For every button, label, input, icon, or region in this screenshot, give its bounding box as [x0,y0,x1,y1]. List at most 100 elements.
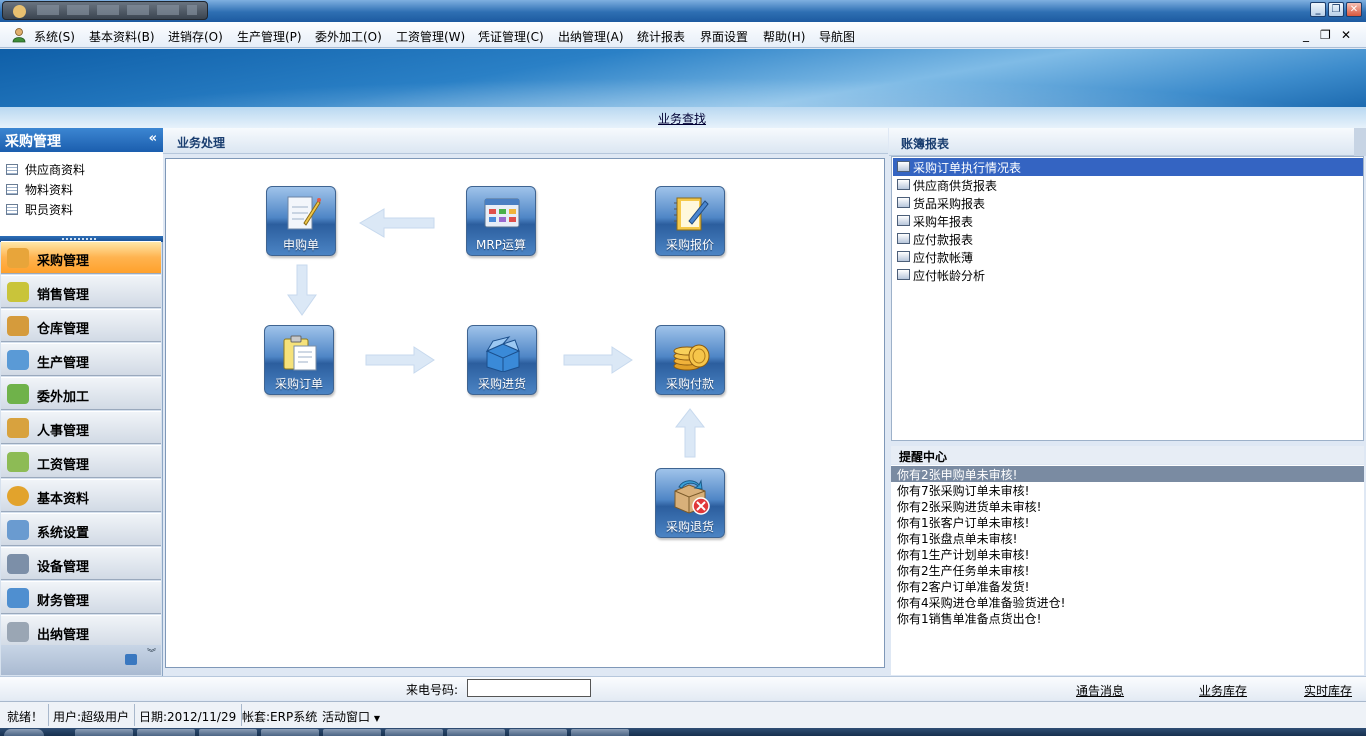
business-search-link[interactable]: 业务查找 [658,110,706,127]
start-button[interactable] [4,729,44,736]
module-basic-data[interactable]: 基本资料 [1,479,161,512]
window-title-bar[interactable]: _ ❐ ✕ [0,0,1366,22]
menu-cashier[interactable]: 出纳管理(A) [558,28,624,45]
menu-voucher[interactable]: 凭证管理(C) [478,28,544,45]
module-label: 系统设置 [37,526,90,541]
reminder-item[interactable]: 你有1销售单准备点货出仓! [891,610,1364,626]
table-icon [6,204,18,215]
menu-navigator[interactable]: 导航图 [819,28,855,45]
purchase-quote-button[interactable]: 采购报价 [655,186,725,256]
report-item[interactable]: 应付款帐薄 [893,248,1363,266]
chevron-down-icon[interactable]: ︾ [147,650,156,659]
taskbar-app[interactable] [447,729,505,736]
reminder-item[interactable]: 你有2张采购进货单未审核! [891,498,1364,514]
realtime-stock-link[interactable]: 实时库存 [1304,682,1352,699]
module-equipment[interactable]: 设备管理 [1,547,161,580]
purchase-order-button[interactable]: 采购订单 [264,325,334,395]
menu-production[interactable]: 生产管理(P) [237,28,302,45]
reminder-item[interactable]: 你有1生产计划单未审核! [891,546,1364,562]
mdi-restore-button[interactable]: ❐ [1320,28,1331,42]
mrp-calc-button[interactable]: MRP运算 [466,186,536,256]
taskbar-app[interactable] [137,729,195,736]
purchase-request-button[interactable]: 申购单 [266,186,336,256]
reminder-item[interactable]: 你有2客户订单准备发货! [891,578,1364,594]
report-item[interactable]: 应付帐龄分析 [893,266,1363,284]
splitter-grip [62,238,98,240]
module-finance[interactable]: 财务管理 [1,581,161,614]
workflow-panel: 业务处理 申购单 MRP运算 采购报价 采购订单 采购进货 采购付款 采购退货 [163,128,888,676]
sidebar-sub-item-material[interactable]: 物料资料 [6,181,73,199]
reminder-item[interactable]: 你有1张盘点单未审核! [891,530,1364,546]
caller-number-input[interactable] [467,679,591,697]
reminder-item[interactable]: 你有4采购进仓单准备验货进仓! [891,594,1364,610]
report-item-label: 应付款报表 [913,233,974,247]
purchase-receipt-button[interactable]: 采购进货 [467,325,537,395]
reminders-list: 你有2张申购单未审核! 你有7张采购订单未审核! 你有2张采购进货单未审核! 你… [891,465,1364,675]
mdi-minimize-button[interactable]: _ [1303,28,1309,42]
report-item[interactable]: 采购订单执行情况表 [893,158,1363,176]
os-taskbar [0,728,1366,736]
taskbar-app[interactable] [385,729,443,736]
minimize-button[interactable]: _ [1310,2,1326,17]
gear-icon [7,486,29,506]
report-item[interactable]: 应付款报表 [893,230,1363,248]
sidebar-sub-item-label: 供应商资料 [25,163,86,177]
windows-icon[interactable] [125,654,137,665]
purchase-return-button[interactable]: 采购退货 [655,468,725,538]
taskbar-app[interactable] [509,729,567,736]
module-label: 财务管理 [37,594,90,609]
notice-link[interactable]: 通告消息 [1076,682,1124,699]
module-hr[interactable]: 人事管理 [1,411,161,444]
taskbar-app[interactable] [75,729,133,736]
taskbar-app[interactable] [261,729,319,736]
module-outsourcing[interactable]: 委外加工 [1,377,161,410]
taskbar-app[interactable] [199,729,257,736]
table-icon [6,164,18,175]
app-icon [13,5,26,18]
reminder-item[interactable]: 你有7张采购订单未审核! [891,482,1364,498]
reminder-item[interactable]: 你有2张申购单未审核! [891,466,1364,482]
report-icon [897,197,910,208]
collapse-sidebar-icon[interactable]: « [149,131,157,146]
sidebar-sub-item-supplier[interactable]: 供应商资料 [6,161,85,179]
menu-help[interactable]: 帮助(H) [763,28,805,45]
status-bar: 就绪！ 用户:超级用户 日期:2012/11/29 帐套:ERP系统 活动窗口 … [0,701,1366,728]
workflow-canvas: 申购单 MRP运算 采购报价 采购订单 采购进货 采购付款 采购退货 [165,158,885,668]
report-item[interactable]: 采购年报表 [893,212,1363,230]
module-warehouse[interactable]: 仓库管理 [1,309,161,342]
close-window-button[interactable]: ✕ [1346,2,1362,17]
purchase-order-label: 采购订单 [274,377,323,391]
header-banner: 业务查找 [0,49,1366,128]
business-stock-link[interactable]: 业务库存 [1199,682,1247,699]
active-window-label: 活动窗口 [322,710,371,724]
report-icon [897,233,910,244]
menu-ui-settings[interactable]: 界面设置 [700,28,748,45]
arrow-down-icon [287,264,317,316]
menu-reports[interactable]: 统计报表 [637,28,685,45]
report-item[interactable]: 货品采购报表 [893,194,1363,212]
reminder-item[interactable]: 你有1张客户订单未审核! [891,514,1364,530]
menu-inventory[interactable]: 进销存(O) [168,28,223,45]
module-sales[interactable]: 销售管理 [1,275,161,308]
module-cashier[interactable]: 出纳管理 [1,615,161,648]
report-item[interactable]: 供应商供货报表 [893,176,1363,194]
purchase-payment-button[interactable]: 采购付款 [655,325,725,395]
menu-basic-data[interactable]: 基本资料(B) [89,28,155,45]
status-account: 帐套:ERP系统 [242,710,318,724]
mdi-close-button[interactable]: ✕ [1341,28,1351,42]
restore-button[interactable]: ❐ [1328,2,1344,17]
active-window-dropdown[interactable]: 活动窗口 ▼ [317,704,385,726]
workflow-header: 业务处理 [163,128,888,154]
taskbar-app[interactable] [323,729,381,736]
menu-system[interactable]: 系统(S) [34,28,75,45]
sidebar-sub-item-staff[interactable]: 职员资料 [6,201,73,219]
module-purchase[interactable]: 采购管理 [1,241,161,274]
menu-salary[interactable]: 工资管理(W) [396,28,465,45]
module-production[interactable]: 生产管理 [1,343,161,376]
reminder-item[interactable]: 你有2生产任务单未审核! [891,562,1364,578]
module-system-settings[interactable]: 系统设置 [1,513,161,546]
caller-number-label: 来电号码: [406,683,459,697]
menu-outsourcing[interactable]: 委外加工(O) [315,28,382,45]
taskbar-app[interactable] [571,729,629,736]
module-salary[interactable]: 工资管理 [1,445,161,478]
